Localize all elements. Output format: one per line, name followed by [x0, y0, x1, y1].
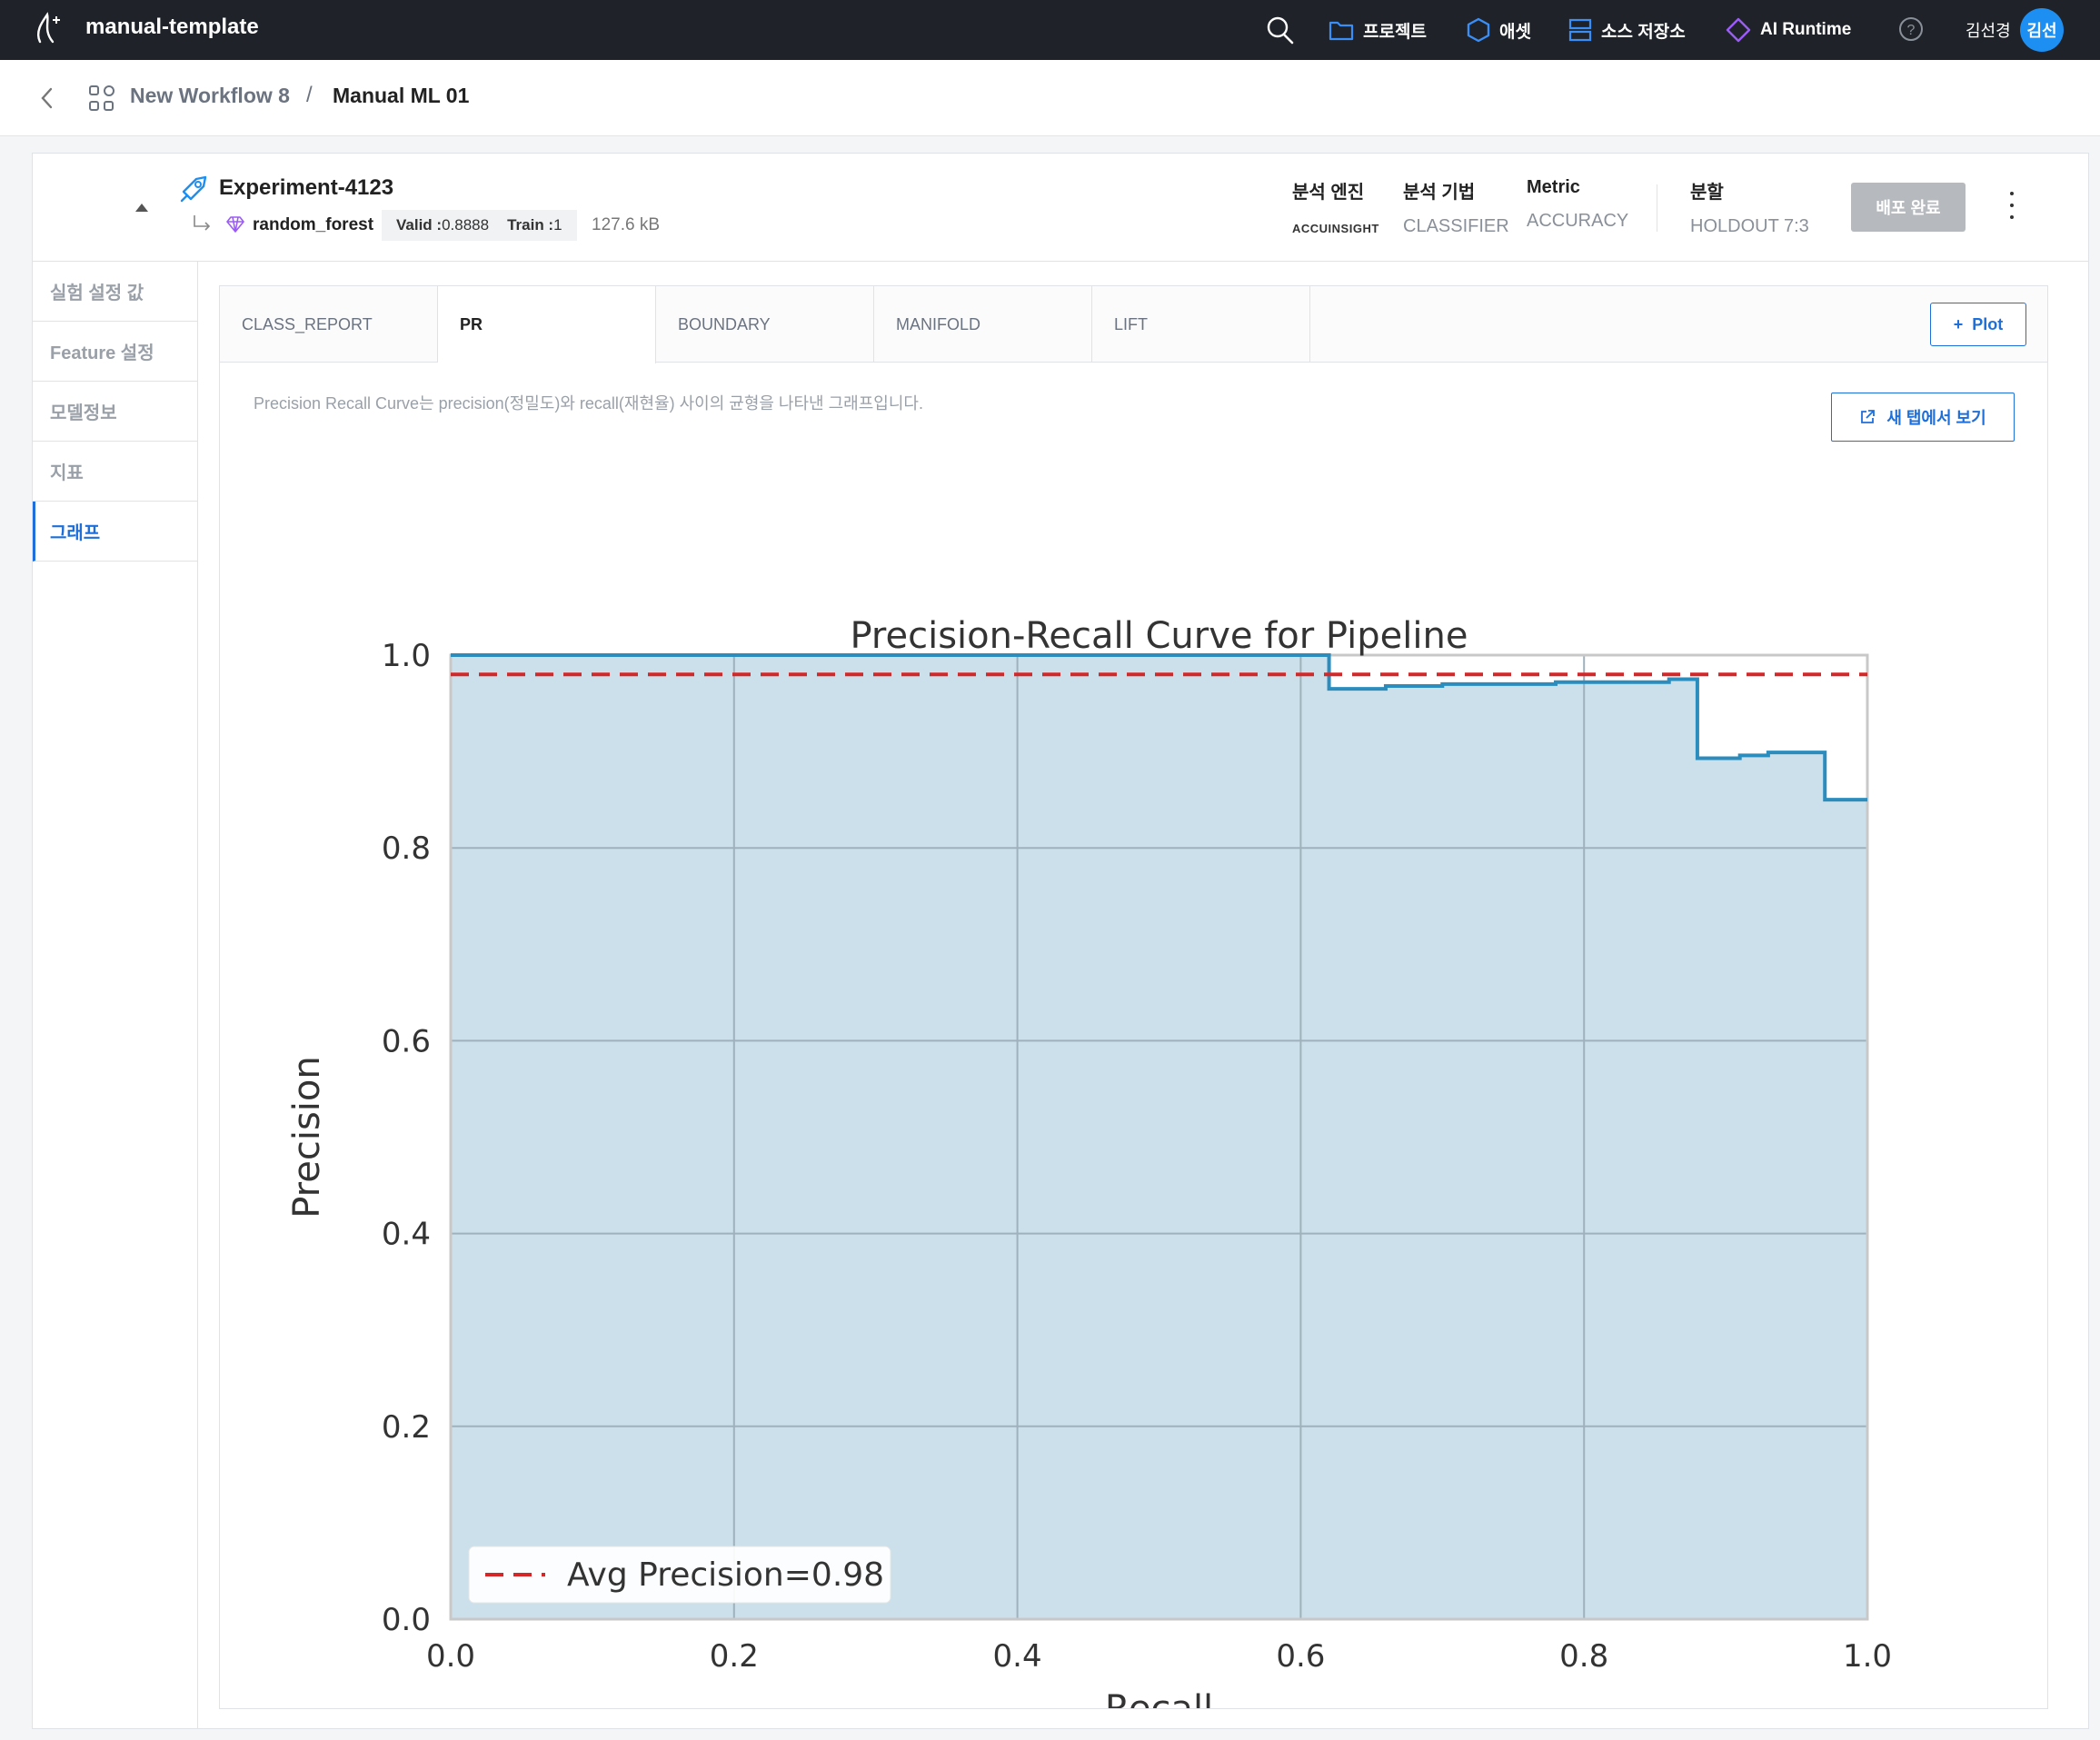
valid-label: Valid :	[396, 216, 443, 234]
y-tick-label: 0.6	[382, 1023, 431, 1059]
gem-icon	[226, 216, 244, 233]
y-axis-label: Precision	[286, 1056, 328, 1218]
x-tick-label: 0.2	[710, 1638, 759, 1675]
valid-value: 0.8888	[442, 216, 490, 234]
x-tick-label: 1.0	[1843, 1638, 1892, 1675]
svg-text:?: ?	[1907, 23, 1916, 38]
rocket-icon	[180, 175, 207, 203]
avatar[interactable]: 김선	[2020, 8, 2064, 52]
nav-source-label: 소스 저장소	[1601, 22, 1686, 42]
x-tick-label: 0.6	[1276, 1638, 1325, 1675]
sidebar-item-model-info[interactable]: 모델정보	[33, 382, 197, 442]
graph-content: CLASS_REPORT PR BOUNDARY MANIFOLD LIFT +…	[219, 285, 2048, 1709]
nav-project-label: 프로젝트	[1363, 22, 1427, 42]
sub-arrow-icon	[194, 215, 211, 231]
back-icon[interactable]	[38, 85, 56, 111]
hexagon-icon	[1467, 17, 1490, 43]
engine-label: 분석 엔진	[1292, 183, 1365, 203]
method-value: CLASSIFIER	[1403, 216, 1509, 236]
sidebar-item-settings[interactable]: 실험 설정 값	[33, 262, 197, 322]
experiment-name: Experiment-4123	[219, 175, 394, 200]
train-value: 1	[553, 216, 562, 234]
chart-title: Precision-Recall Curve for Pipeline	[851, 615, 1468, 657]
metric-meta: Metric ACCURACY	[1527, 177, 1628, 232]
y-tick-label: 0.2	[382, 1409, 431, 1446]
nav-source[interactable]: 소스 저장소	[1568, 0, 1686, 60]
metric-value: ACCURACY	[1527, 211, 1629, 231]
metric-label: Metric	[1527, 177, 1580, 197]
score-badge: Valid :0.8888 Train :1	[382, 210, 577, 241]
deploy-button[interactable]: 배포 완료	[1851, 183, 1966, 232]
help-icon[interactable]: ?	[1898, 16, 1924, 42]
top-bar: manual-template 프로젝트 애셋 소스 저장소 AI Runtim…	[0, 0, 2100, 60]
x-tick-label: 0.8	[1559, 1638, 1608, 1675]
more-icon[interactable]	[2009, 192, 2015, 219]
app-title: manual-template	[85, 15, 259, 39]
experiment-panel: Experiment-4123 random_forest Valid :0.8…	[32, 153, 2089, 1729]
nav-project[interactable]: 프로젝트	[1329, 0, 1427, 60]
experiment-header: Experiment-4123 random_forest Valid :0.8…	[33, 154, 2088, 262]
breadcrumb: New Workflow 8 / Manual ML 01	[0, 60, 2100, 136]
train-label: Train :	[507, 216, 554, 234]
split-label: 분할	[1690, 183, 1724, 203]
sidebar-item-feature[interactable]: Feature 설정	[33, 322, 197, 382]
nav-asset-label: 애셋	[1499, 22, 1531, 42]
nav-asset[interactable]: 애셋	[1467, 0, 1531, 60]
x-axis-label: Recall	[1105, 1688, 1213, 1708]
collapse-arrow-icon[interactable]	[135, 204, 148, 212]
folder-icon	[1329, 21, 1354, 41]
y-tick-label: 1.0	[382, 638, 431, 674]
pr-curve-fill	[451, 655, 1867, 1619]
breadcrumb-current: Manual ML 01	[333, 84, 470, 107]
engine-value: ACCUINSIGHT	[1292, 222, 1379, 235]
y-tick-label: 0.4	[382, 1217, 431, 1253]
sidebar: 실험 설정 값 Feature 설정 모델정보 지표 그래프	[33, 262, 198, 1728]
sidebar-item-metrics[interactable]: 지표	[33, 442, 197, 502]
breadcrumb-workflow[interactable]: New Workflow 8	[130, 84, 290, 108]
method-label: 분석 기법	[1403, 183, 1476, 203]
app-logo-icon[interactable]	[31, 11, 64, 47]
method-meta: 분석 기법 CLASSIFIER	[1403, 177, 1509, 237]
user-name[interactable]: 김선경	[1966, 0, 2011, 60]
sidebar-item-graph[interactable]: 그래프	[33, 502, 197, 562]
model-name: random_forest	[253, 215, 374, 234]
x-tick-label: 0.4	[993, 1638, 1042, 1675]
workflow-icon	[89, 85, 114, 111]
split-meta: 분할 HOLDOUT 7:3	[1690, 177, 1809, 237]
breadcrumb-separator: /	[306, 83, 313, 107]
y-tick-label: 0.0	[382, 1602, 431, 1638]
nav-runtime-label: AI Runtime	[1760, 20, 1852, 39]
legend-label: Avg Precision=0.98	[567, 1556, 884, 1594]
diamond-icon	[1726, 17, 1751, 43]
search-icon[interactable]	[1266, 15, 1295, 45]
pr-chart: 0.0 0.2 0.4 0.6 0.8 1.0 0.0 0.2 0.4 0.6 0.8 1.0 Prec…	[286, 615, 1892, 1708]
nav-runtime[interactable]: AI Runtime	[1726, 0, 1851, 60]
y-tick-label: 0.8	[382, 830, 431, 867]
engine-meta: 분석 엔진 ACCUINSIGHT	[1292, 177, 1379, 235]
split-value: HOLDOUT 7:3	[1690, 216, 1809, 236]
storage-icon	[1568, 18, 1592, 42]
model-size: 127.6 kB	[592, 215, 660, 234]
x-tick-label: 0.0	[426, 1638, 475, 1675]
